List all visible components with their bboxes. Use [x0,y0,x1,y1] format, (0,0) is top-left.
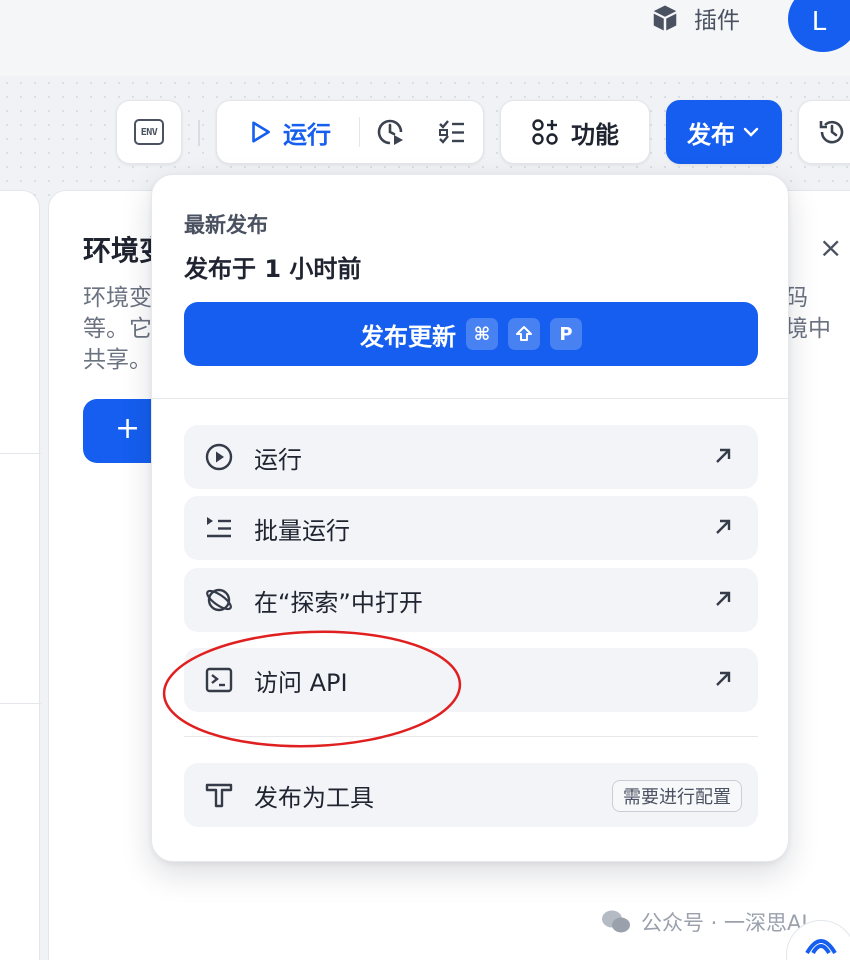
env-icon: ENV [134,119,164,145]
publish-update-label: 发布更新 [360,322,456,351]
menu-item-label: 发布为工具 [254,783,374,812]
menu-item-label: 在“探索”中打开 [254,588,423,617]
arrow-up-right-icon [716,448,731,463]
publish-button[interactable]: 发布 [666,100,782,164]
publish-label: 发布 [687,120,735,149]
run-button[interactable]: 运行 [217,115,359,150]
run-button-group: 运行 [216,100,484,164]
play-icon [252,121,270,143]
arrow-up-right-icon [716,591,731,606]
command-key: ⌘ [466,318,498,350]
cube-icon [653,5,677,31]
menu-item-run[interactable]: 运行 [184,425,758,489]
menu-item-publish-as-tool[interactable]: 发布为工具 需要进行配置 [184,763,758,827]
close-icon[interactable]: × [819,231,842,264]
play-circle-icon [205,443,233,471]
publish-update-button[interactable]: 发布更新 ⌘ P [184,302,758,366]
toolbar-divider [198,120,200,146]
wechat-icon [602,910,630,933]
menu-item-label: 运行 [254,445,302,474]
menu-item-label: 批量运行 [254,516,350,545]
plugins-link[interactable]: 插件 [650,0,740,36]
shift-key [508,318,540,350]
menu-item-access-api[interactable]: 访问 API [184,648,758,712]
env-panel-description-tail: 码 境中 [785,285,831,342]
needs-config-badge: 需要进行配置 [612,780,742,812]
menu-item-batch-run[interactable]: 批量运行 [184,496,758,560]
arrow-up-right-icon [716,671,731,686]
batch-list-icon [207,517,231,538]
apps-icon [532,119,558,145]
run-history-button[interactable] [360,117,422,147]
menu-divider [152,398,790,399]
features-label: 功能 [571,120,619,149]
plus-icon: + [115,411,141,446]
clock-play-icon [378,119,404,145]
plugins-label: 插件 [694,8,740,34]
p-key: P [550,318,582,350]
checklist-button[interactable] [421,117,483,147]
shift-icon [516,326,532,341]
tool-icon [205,783,233,808]
run-label: 运行 [283,120,331,149]
user-avatar[interactable]: L [788,0,850,52]
terminal-icon [205,667,233,693]
menu-item-open-in-explore[interactable]: 在“探索”中打开 [184,568,758,632]
arrow-up-right-icon [716,519,731,534]
checklist-icon [439,120,465,144]
left-node-panel [0,190,41,960]
panel-divider [0,453,41,454]
menu-item-label: 访问 API [254,668,348,697]
features-button[interactable]: 功能 [500,100,650,164]
panel-divider [0,703,41,704]
watermark: 公众号 · 一深思AI [601,907,808,937]
avatar-initial: L [811,7,827,37]
latest-publish-label: 最新发布 [184,213,268,237]
logo-icon [805,939,837,955]
publish-dropdown: 最新发布 发布于 1 小时前 发布更新 ⌘ P 运行 批量运行 在“探索”中打开… [151,174,790,862]
watermark-text: 公众号 · 一深思AI [641,911,808,935]
menu-divider [184,736,758,737]
version-history-button[interactable] [798,100,850,164]
planet-icon [206,588,232,612]
published-time: 发布于 1 小时前 [184,255,362,283]
chevron-down-icon [743,127,759,137]
history-icon [819,120,844,144]
top-bar: 插件 L [0,0,850,76]
environment-button[interactable]: ENV [116,100,182,164]
